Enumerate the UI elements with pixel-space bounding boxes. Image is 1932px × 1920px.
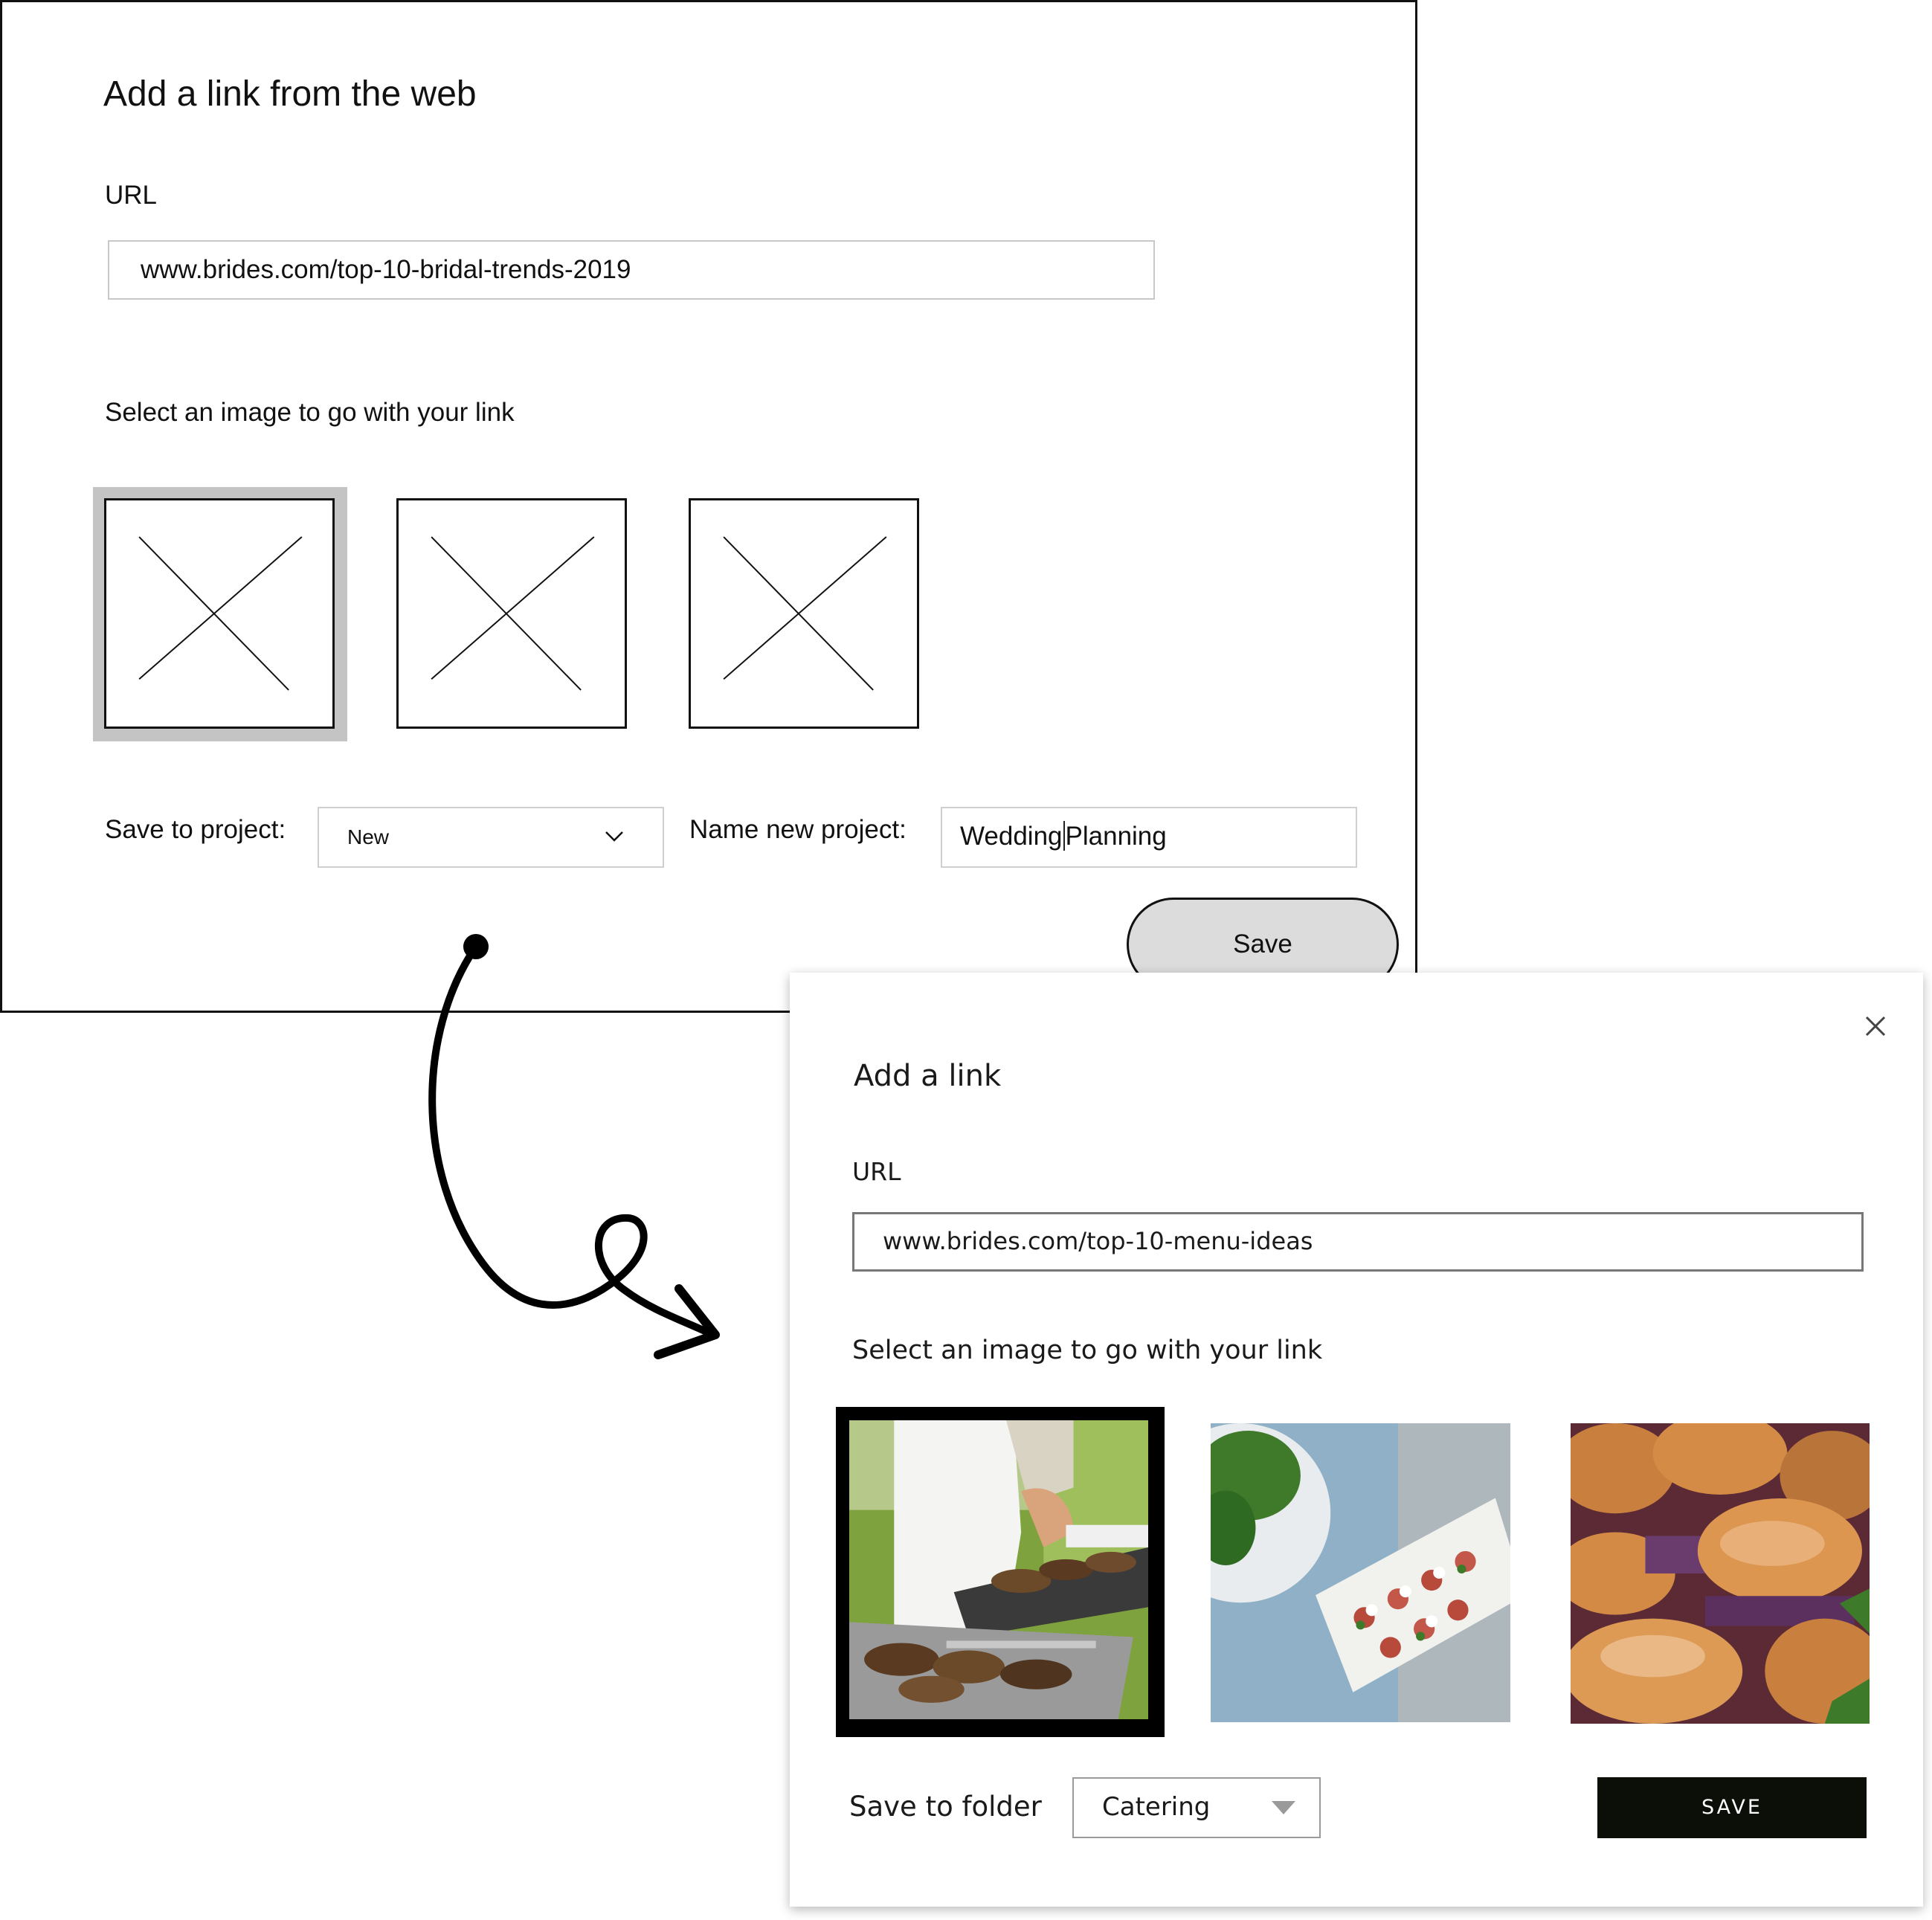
image-placeholder-icon xyxy=(138,536,303,691)
add-link-modal: Add a link URL www.brides.com/top-10-men… xyxy=(790,973,1923,1907)
wireframe-name-project-input[interactable]: Wedding Planning xyxy=(941,807,1357,868)
text-cursor xyxy=(1063,821,1065,851)
folder-select-value: Catering xyxy=(1102,1792,1211,1822)
appetizer-platter-photo xyxy=(1211,1423,1510,1722)
name-input-text-before-cursor: Wedding xyxy=(960,822,1063,851)
image-option-grilled-meat[interactable] xyxy=(849,1420,1148,1719)
modal-select-image-label: Select an image to go with your link xyxy=(852,1336,1323,1365)
image-option-sliders[interactable] xyxy=(1571,1423,1870,1724)
wireframe-project-select-value: New xyxy=(347,825,390,848)
save-to-folder-label: Save to folder xyxy=(849,1791,1042,1823)
wireframe-select-image-label: Select an image to go with your link xyxy=(105,398,515,427)
modal-save-button[interactable]: SAVE xyxy=(1597,1777,1867,1838)
image-placeholder-icon xyxy=(723,536,887,691)
wireframe-title: Add a link from the web xyxy=(103,74,477,114)
wireframe-url-label: URL xyxy=(105,181,158,210)
grilled-meat-photo xyxy=(849,1420,1148,1719)
folder-select[interactable]: Catering xyxy=(1072,1777,1321,1838)
wireframe-image-placeholder-1[interactable] xyxy=(104,498,335,729)
modal-url-input[interactable]: www.brides.com/top-10-menu-ideas xyxy=(852,1212,1864,1272)
modal-title: Add a link xyxy=(854,1059,1002,1093)
close-icon[interactable] xyxy=(1861,1011,1890,1041)
chevron-down-icon xyxy=(605,831,623,842)
name-input-text-after-cursor: Planning xyxy=(1065,822,1167,851)
wireframe-name-new-project-label: Name new project: xyxy=(689,815,907,844)
dropdown-triangle-icon xyxy=(1272,1801,1295,1814)
wireframe-image-placeholder-3[interactable] xyxy=(689,498,919,729)
sliders-photo xyxy=(1571,1423,1870,1724)
wireframe-save-to-project-label: Save to project: xyxy=(105,815,286,844)
image-placeholder-icon xyxy=(431,536,595,691)
wireframe-url-input[interactable]: www.brides.com/top-10-bridal-trends-2019 xyxy=(108,240,1155,300)
wireframe-image-placeholder-2[interactable] xyxy=(396,498,627,729)
wireframe-dialog: Add a link from the web URL www.brides.c… xyxy=(0,0,1417,1013)
modal-url-label: URL xyxy=(852,1157,901,1186)
image-option-appetizer-platter[interactable] xyxy=(1211,1423,1510,1722)
wireframe-project-select[interactable]: New xyxy=(318,807,664,868)
